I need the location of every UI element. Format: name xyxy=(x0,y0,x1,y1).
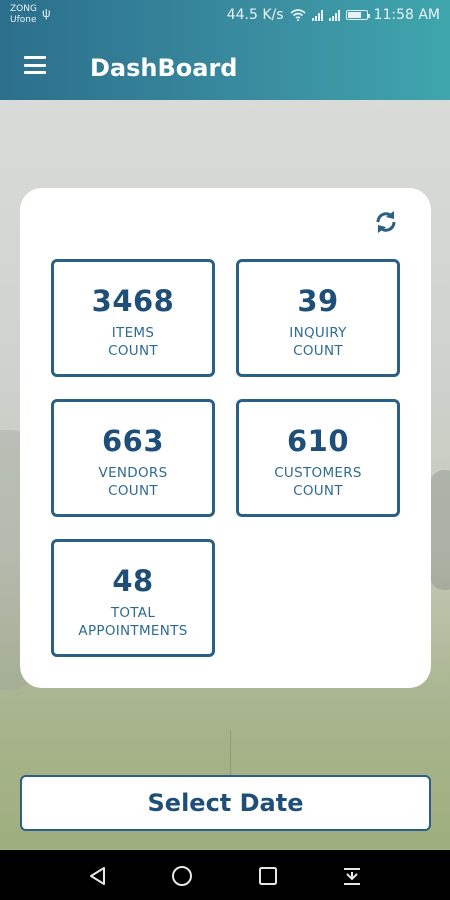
recents-square-icon[interactable] xyxy=(256,864,280,888)
status-bar: ZONG Ufone ψ 44.5 K/s 11:58 AM xyxy=(0,0,450,32)
dashboard-stats-card: 3468 ITEMS COUNT 39 INQUIRY COUNT 663 VE… xyxy=(20,188,431,688)
network-speed: 44.5 K/s xyxy=(226,7,284,23)
refresh-icon[interactable] xyxy=(372,208,400,236)
signal-strength-icon-1 xyxy=(311,9,323,21)
stat-tile-inquiry-count[interactable]: 39 INQUIRY COUNT xyxy=(236,259,400,377)
stat-tile-total-appointments[interactable]: 48 TOTAL APPOINTMENTS xyxy=(51,539,215,657)
clock-time: 11:58 AM xyxy=(373,7,440,23)
hamburger-menu-icon[interactable] xyxy=(24,56,46,74)
battery-icon xyxy=(345,10,370,20)
stat-label: INQUIRY COUNT xyxy=(289,325,347,359)
carrier-2: Ufone xyxy=(10,15,37,25)
stat-label: TOTAL APPOINTMENTS xyxy=(78,605,188,639)
status-right: 44.5 K/s 11:58 AM xyxy=(227,7,440,23)
toolbar: DashBoard xyxy=(0,32,450,100)
wifi-icon xyxy=(290,9,306,21)
app-header: ZONG Ufone ψ 44.5 K/s 11:58 AM DashBoard xyxy=(0,0,450,100)
stat-label: CUSTOMERS COUNT xyxy=(274,465,362,499)
stat-value: 663 xyxy=(101,424,165,458)
stat-value: 48 xyxy=(112,564,154,598)
stat-label: VENDORS COUNT xyxy=(98,465,168,499)
back-triangle-icon[interactable] xyxy=(86,864,110,888)
carrier-1: ZONG xyxy=(10,4,37,14)
select-date-button[interactable]: Select Date xyxy=(20,775,431,831)
stat-value: 39 xyxy=(297,284,339,318)
android-nav-bar xyxy=(0,850,450,900)
usb-icon: ψ xyxy=(42,6,51,20)
carrier-names: ZONG Ufone xyxy=(10,4,37,26)
stat-value: 610 xyxy=(286,424,350,458)
stat-label: ITEMS COUNT xyxy=(108,325,158,359)
stat-tile-customers-count[interactable]: 610 CUSTOMERS COUNT xyxy=(236,399,400,517)
signal-strength-icon-2 xyxy=(328,9,340,21)
stat-tile-items-count[interactable]: 3468 ITEMS COUNT xyxy=(51,259,215,377)
background-sketch-right xyxy=(430,470,450,590)
stat-value: 3468 xyxy=(91,284,175,318)
notification-pull-icon[interactable] xyxy=(340,864,364,888)
home-circle-icon[interactable] xyxy=(170,864,194,888)
stat-tile-vendors-count[interactable]: 663 VENDORS COUNT xyxy=(51,399,215,517)
page-title: DashBoard xyxy=(90,54,238,82)
background-grass xyxy=(230,730,350,780)
